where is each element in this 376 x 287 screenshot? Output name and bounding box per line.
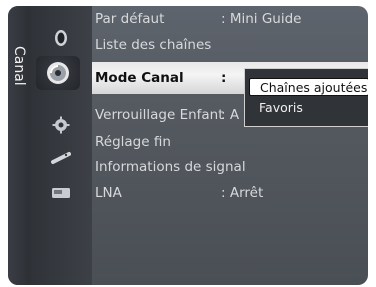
menu-item-value: : xyxy=(221,70,227,86)
menu-item-lna[interactable]: LNA : Arrêt xyxy=(95,182,365,204)
remote-icon[interactable] xyxy=(46,146,76,170)
icon-column xyxy=(30,6,92,285)
menu-item-label: Liste des chaînes xyxy=(95,37,212,53)
menu-item-default[interactable]: Par défaut : Mini Guide xyxy=(95,8,365,30)
channel-mode-dropdown[interactable]: Chaînes ajoutées Favoris xyxy=(244,68,368,127)
menu-item-channel-list[interactable]: Liste des chaînes xyxy=(95,34,365,56)
satellite-dish-icon[interactable] xyxy=(46,26,76,50)
menu-item-label: Par défaut xyxy=(95,11,165,27)
menu-item-value: : Mini Guide xyxy=(221,11,302,27)
menu-item-value: : Arrêt xyxy=(221,185,264,201)
dropdown-option-added-channels[interactable]: Chaînes ajoutées xyxy=(249,78,368,96)
input-card-icon[interactable] xyxy=(46,181,76,205)
menu-item-fine-tune[interactable]: Réglage fin xyxy=(95,131,365,153)
menu-item-label: Mode Canal xyxy=(95,70,184,86)
gear-icon[interactable] xyxy=(46,113,76,137)
menu-item-value: : A xyxy=(221,107,240,123)
dropdown-option-favorites[interactable]: Favoris xyxy=(249,99,368,117)
channel-globe-icon[interactable] xyxy=(36,56,80,90)
tab-label: Canal xyxy=(11,46,27,86)
menu-item-label: LNA xyxy=(95,185,122,201)
menu-item-label: Informations de signal xyxy=(95,159,246,175)
menu-item-signal-info[interactable]: Informations de signal xyxy=(95,156,365,178)
channel-menu-panel: Canal Par défaut: Mini Guide Liste des … xyxy=(8,6,368,285)
vertical-tab[interactable]: Canal xyxy=(8,6,30,285)
menu-item-label: Réglage fin xyxy=(95,134,171,150)
menu-item-label: Verrouillage Enfant xyxy=(95,107,224,123)
